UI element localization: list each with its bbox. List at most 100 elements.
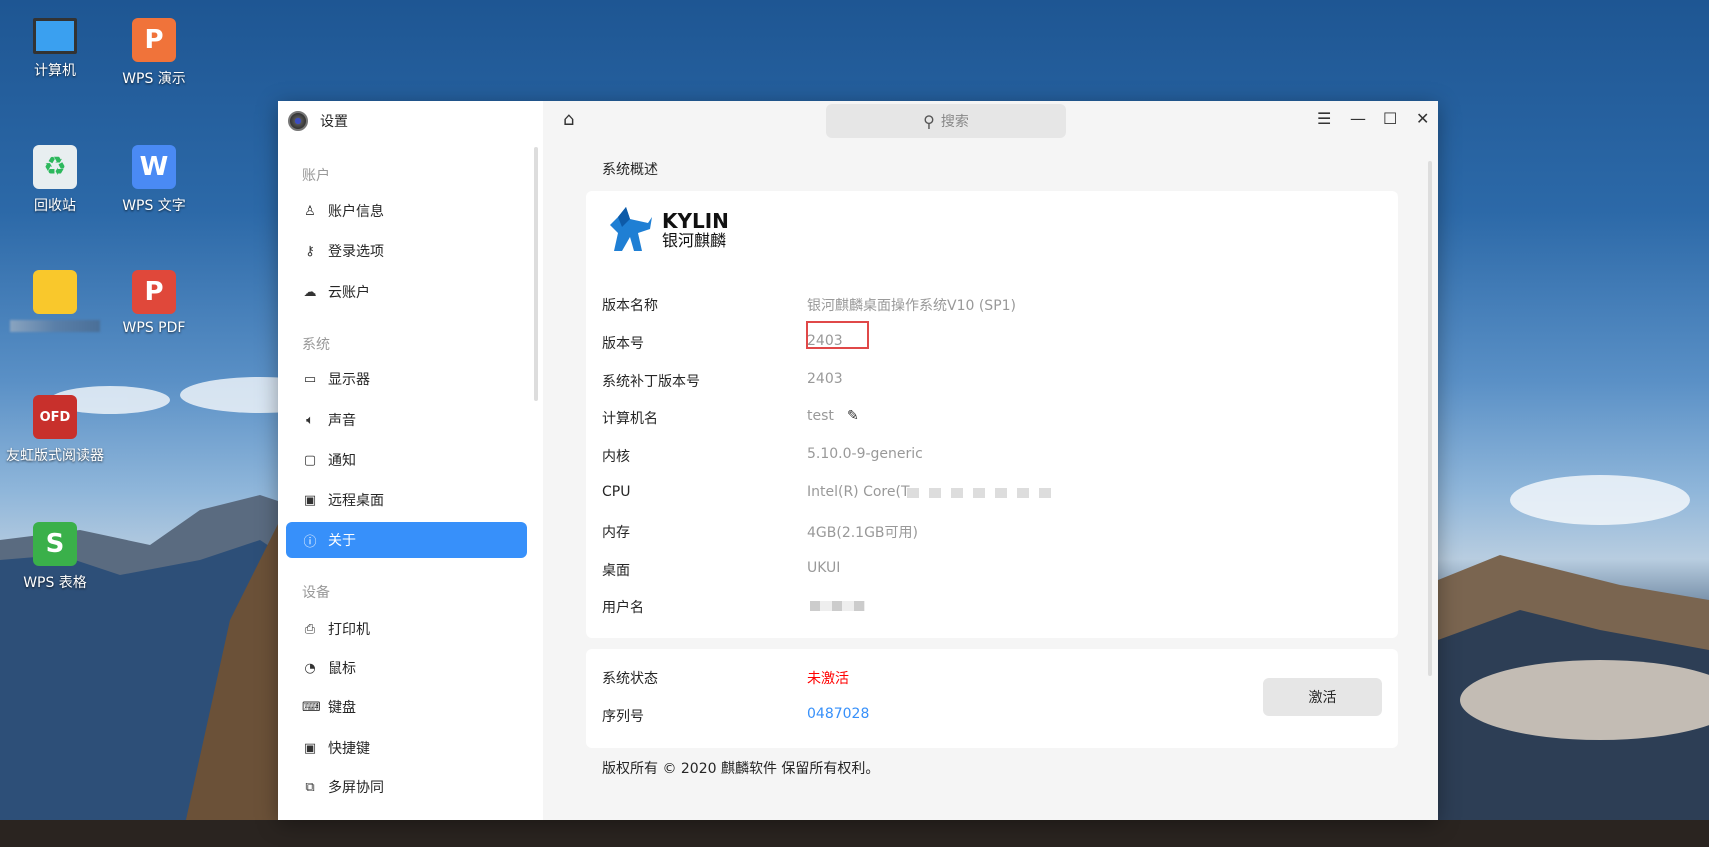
info-label: 计算机名 — [602, 411, 658, 428]
keyboard-icon: ⌨ — [302, 699, 321, 715]
desktop-icon-label: 回收站 — [34, 198, 76, 214]
sidebar-item[interactable]: ◔ 鼠标 — [286, 650, 527, 686]
sidebar-item-label: 多屏协同 — [328, 780, 384, 796]
sidebar-item-label: 远程桌面 — [328, 493, 384, 509]
desktop-icon[interactable]: W WPS 文字 — [99, 145, 209, 215]
main-scrollbar[interactable] — [1428, 161, 1432, 676]
desktop-icon-label: WPS 演示 — [122, 71, 186, 87]
desktop-icon[interactable]: 计算机 — [0, 18, 110, 80]
settings-app-icon — [288, 111, 308, 131]
search-icon: ⚲ — [923, 111, 935, 131]
sidebar-item[interactable]: ▣ 快捷键 — [286, 730, 527, 766]
info-value: 4GB(2.1GB可用) — [807, 524, 919, 541]
serial-value[interactable]: 0487028 — [807, 706, 869, 722]
maximize-icon[interactable]: ☐ — [1383, 109, 1397, 128]
logo-zh: 银河麒麟 — [662, 231, 727, 250]
desktop-icon[interactable]: P WPS 演示 — [99, 18, 209, 88]
info-label: 内存 — [602, 524, 630, 541]
settings-window: 设置 账户 系统 设备 ♙ 账户信息 ⚷ 登录选项 ☁ 云账户 ▭ 显示器 🔈︎ 声音 ▢ 通知 ▣ 远程桌面 ⓘ… — [278, 101, 1438, 820]
info-row: 内核 5.10.0-9-generic — [602, 446, 1362, 466]
sidebar-item[interactable]: ▢ 通知 — [286, 442, 527, 478]
sidebar-item[interactable]: ⓘ 关于 — [286, 522, 527, 558]
sidebar-item-label: 打印机 — [328, 622, 370, 638]
desktop-icon[interactable]: ♻ 回收站 — [0, 145, 110, 215]
sidebar-item-label: 声音 — [328, 413, 356, 429]
sidebar-item[interactable]: ⎙ 打印机 — [286, 611, 527, 647]
search-input[interactable]: ⚲ 搜索 — [826, 104, 1066, 138]
sidebar-item-label: 显示器 — [328, 372, 370, 388]
info-label: 系统补丁版本号 — [602, 373, 700, 390]
info-value: 2403 — [807, 332, 843, 349]
mouse-icon: ◔ — [304, 660, 316, 676]
speaker-icon: 🔈︎ — [306, 412, 314, 428]
info-label: 用户名 — [602, 600, 644, 617]
sidebar-item[interactable]: 🔈︎ 声音 — [286, 402, 527, 438]
sidebar-group-label: 系统 — [302, 337, 330, 353]
info-value: Intel(R) Core(T — [807, 484, 910, 500]
wps-pdf-icon: P — [132, 270, 176, 314]
info-value: test — [807, 408, 834, 425]
desktop-icon-label: WPS 文字 — [122, 198, 186, 214]
sidebar-group-label: 设备 — [302, 585, 330, 601]
multiscreen-icon: ⧉ — [305, 779, 315, 795]
sidebar-item-label: 账户信息 — [328, 204, 384, 220]
redacted-blur — [810, 601, 865, 612]
app-title: 设置 — [288, 111, 348, 131]
cloud-icon: ☁ — [303, 284, 317, 300]
info-value: 银河麒麟桌面操作系统V10 (SP1) — [807, 298, 1017, 314]
info-row: 用户名 — [602, 597, 1362, 617]
remote-desktop-icon: ▣ — [303, 492, 317, 508]
logo-en: KYLIN — [662, 209, 729, 233]
window-title: 设置 — [320, 114, 348, 130]
user-icon: ♙ — [304, 203, 316, 219]
home-icon[interactable]: ⌂ — [563, 109, 574, 130]
menu-icon[interactable]: ☰ — [1317, 109, 1331, 128]
minimize-icon[interactable]: — — [1350, 109, 1366, 128]
desktop-icon[interactable]: P WPS PDF — [99, 270, 209, 336]
sidebar-item-label: 关于 — [328, 533, 356, 549]
wps-presentation-icon: P — [132, 18, 176, 62]
edit-icon[interactable]: ✎ — [847, 408, 859, 424]
desktop-icon[interactable]: OFD 友虹版式阅读器 — [0, 395, 110, 465]
sidebar-item-label: 鼠标 — [328, 661, 356, 677]
status-label: 系统状态 — [602, 671, 658, 687]
sidebar-item[interactable]: ♙ 账户信息 — [286, 193, 527, 229]
system-info-card: KYLIN 银河麒麟 版本名称 银河麒麟桌面操作系统V10 (SP1) 版本号 240… — [586, 191, 1398, 638]
info-icon: ⓘ — [303, 534, 317, 550]
serial-label: 序列号 — [602, 709, 644, 725]
sidebar-item-label: 云账户 — [328, 285, 370, 301]
trash-icon: ♻ — [33, 145, 77, 189]
kylin-mascot-icon — [610, 207, 652, 251]
sidebar-item[interactable]: ▭ 显示器 — [286, 361, 527, 397]
sidebar-item[interactable]: ▣ 远程桌面 — [286, 482, 527, 518]
desktop-icon[interactable] — [0, 270, 110, 336]
info-label: CPU — [602, 484, 631, 500]
info-row: 版本号 2403 — [602, 320, 1362, 353]
section-title: 系统概述 — [602, 162, 658, 178]
sidebar-item[interactable]: ⌨ 键盘 — [286, 689, 527, 725]
info-label: 内核 — [602, 449, 630, 466]
ofd-reader-icon: OFD — [33, 395, 77, 439]
sidebar-item[interactable]: ⚷ 登录选项 — [286, 233, 527, 269]
info-value: 2403 — [807, 370, 843, 387]
desktop-icon-label: WPS 表格 — [23, 575, 87, 591]
desktop-icon-label: 友虹版式阅读器 — [6, 448, 104, 464]
desktop-icon[interactable]: S WPS 表格 — [0, 522, 110, 592]
sidebar-item[interactable]: ⧉ 多屏协同 — [286, 769, 527, 805]
activate-button[interactable]: 激活 — [1263, 678, 1382, 716]
copyright: 版权所有 © 2020 麒麟软件 保留所有权利。 — [602, 761, 880, 777]
search-placeholder: 搜索 — [940, 114, 969, 130]
sidebar-item-label: 通知 — [328, 453, 356, 469]
sidebar-item[interactable]: ☁ 云账户 — [286, 274, 527, 310]
computer-icon — [33, 18, 77, 54]
home-folder-icon — [33, 270, 77, 314]
kylin-logo: KYLIN 银河麒麟 — [608, 205, 729, 255]
sidebar-scrollbar[interactable] — [534, 147, 538, 401]
info-label: 版本号 — [602, 335, 644, 352]
sidebar-item-label: 登录选项 — [328, 244, 384, 260]
monitor-icon: ▭ — [303, 371, 317, 387]
redacted-blur — [907, 488, 1057, 498]
close-icon[interactable]: ✕ — [1416, 109, 1429, 128]
sidebar-item-label: 快捷键 — [328, 741, 370, 757]
info-row: 版本名称 银河麒麟桌面操作系统V10 (SP1) — [602, 295, 1362, 315]
